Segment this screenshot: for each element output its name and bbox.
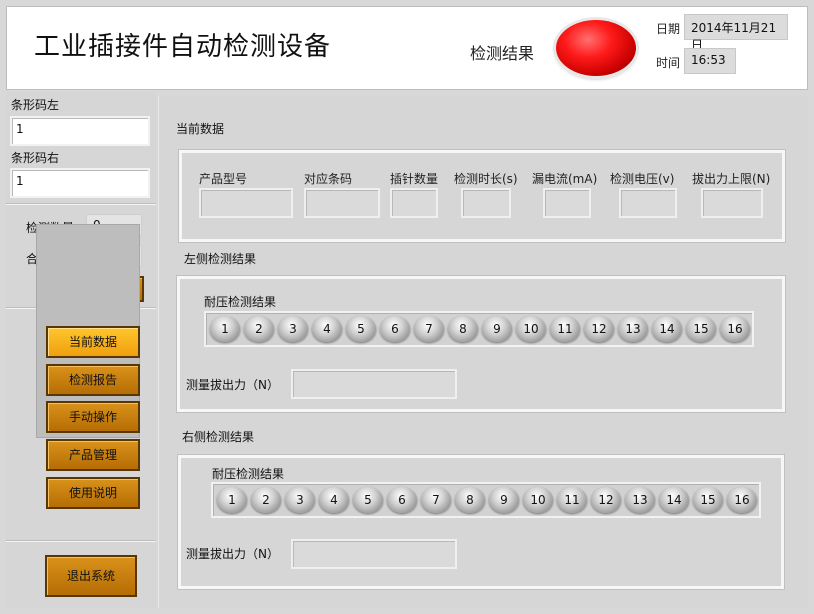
current-data-title: 当前数据 [176, 122, 225, 136]
column-test-duration: 检测时长(s) [454, 172, 518, 186]
nav-test-report-button[interactable]: 检测报告 [46, 364, 140, 396]
test-result-label: 检测结果 [470, 44, 535, 63]
left-withstand-led-5: 5 [346, 316, 376, 342]
right-withstand-led-6: 6 [387, 487, 417, 513]
nav-current-data-button[interactable]: 当前数据 [46, 326, 140, 358]
right-results-title: 右侧检测结果 [182, 430, 255, 444]
time-label: 时间 [656, 56, 681, 70]
column-test-voltage: 检测电压(v) [610, 172, 675, 186]
right-withstand-led-8: 8 [455, 487, 485, 513]
barcode-right-input[interactable]: 1 [10, 168, 150, 198]
right-pull-force-label: 测量拔出力（N） [186, 547, 279, 561]
exit-system-button[interactable]: 退出系统 [45, 555, 137, 597]
pull-force-limit-field [701, 188, 763, 218]
left-withstand-led-12: 12 [584, 316, 614, 342]
left-withstand-led-3: 3 [278, 316, 308, 342]
left-results-title: 左侧检测结果 [184, 252, 257, 266]
right-withstand-led-1: 1 [217, 487, 247, 513]
right-withstand-label: 耐压检测结果 [212, 467, 285, 481]
right-withstand-led-13: 13 [625, 487, 655, 513]
left-withstand-led-4: 4 [312, 316, 342, 342]
left-withstand-led-1: 1 [210, 316, 240, 342]
right-withstand-led-10: 10 [523, 487, 553, 513]
right-pull-force-field [291, 539, 457, 569]
left-withstand-led-14: 14 [652, 316, 682, 342]
right-withstand-led-14: 14 [659, 487, 689, 513]
right-withstand-led-16: 16 [727, 487, 757, 513]
nav-user-guide-button[interactable]: 使用说明 [46, 477, 140, 509]
left-withstand-led-2: 2 [244, 316, 274, 342]
column-barcode: 对应条码 [304, 172, 353, 186]
left-withstand-led-9: 9 [482, 316, 512, 342]
barcode-right-label: 条形码右 [11, 151, 60, 165]
left-pull-force-label: 测量拔出力（N） [186, 378, 279, 392]
left-withstand-led-11: 11 [550, 316, 580, 342]
left-withstand-led-7: 7 [414, 316, 444, 342]
left-withstand-label: 耐压检测结果 [204, 295, 277, 309]
right-withstand-led-5: 5 [353, 487, 383, 513]
time-value: 16:53 [684, 48, 736, 74]
column-pin-count: 插针数量 [390, 172, 439, 186]
test-result-led [556, 20, 636, 76]
left-withstand-led-13: 13 [618, 316, 648, 342]
right-withstand-led-2: 2 [251, 487, 281, 513]
column-pull-force-limit: 拔出力上限(N) [692, 172, 771, 186]
barcode-left-label: 条形码左 [11, 98, 60, 112]
left-withstand-led-8: 8 [448, 316, 478, 342]
nav-product-management-button[interactable]: 产品管理 [46, 439, 140, 471]
right-withstand-led-4: 4 [319, 487, 349, 513]
left-withstand-led-10: 10 [516, 316, 546, 342]
test-duration-field [461, 188, 511, 218]
right-withstand-led-strip: 1 2 3 4 5 6 7 8 9 10 11 12 13 14 15 16 [211, 482, 761, 518]
barcode-left-input[interactable]: 1 [10, 116, 150, 146]
left-withstand-led-strip: 1 2 3 4 5 6 7 8 9 10 11 12 13 14 15 16 [204, 311, 754, 347]
pin-count-field [390, 188, 438, 218]
right-withstand-led-7: 7 [421, 487, 451, 513]
leakage-current-field [543, 188, 591, 218]
left-pull-force-field [291, 369, 457, 399]
column-leakage-current: 漏电流(mA) [532, 172, 598, 186]
right-withstand-led-11: 11 [557, 487, 587, 513]
left-withstand-led-6: 6 [380, 316, 410, 342]
product-model-field [199, 188, 293, 218]
barcode-field [304, 188, 380, 218]
left-withstand-led-15: 15 [686, 316, 716, 342]
right-withstand-led-9: 9 [489, 487, 519, 513]
right-withstand-led-15: 15 [693, 487, 723, 513]
test-voltage-field [619, 188, 677, 218]
divider [6, 540, 156, 542]
right-withstand-led-3: 3 [285, 487, 315, 513]
divider [6, 203, 156, 205]
app-title: 工业插接件自动检测设备 [34, 32, 332, 62]
left-withstand-led-16: 16 [720, 316, 750, 342]
nav-manual-operation-button[interactable]: 手动操作 [46, 401, 140, 433]
right-withstand-led-12: 12 [591, 487, 621, 513]
date-label: 日期 [656, 22, 681, 36]
date-value: 2014年11月21日 [684, 14, 788, 52]
column-product-model: 产品型号 [199, 172, 248, 186]
